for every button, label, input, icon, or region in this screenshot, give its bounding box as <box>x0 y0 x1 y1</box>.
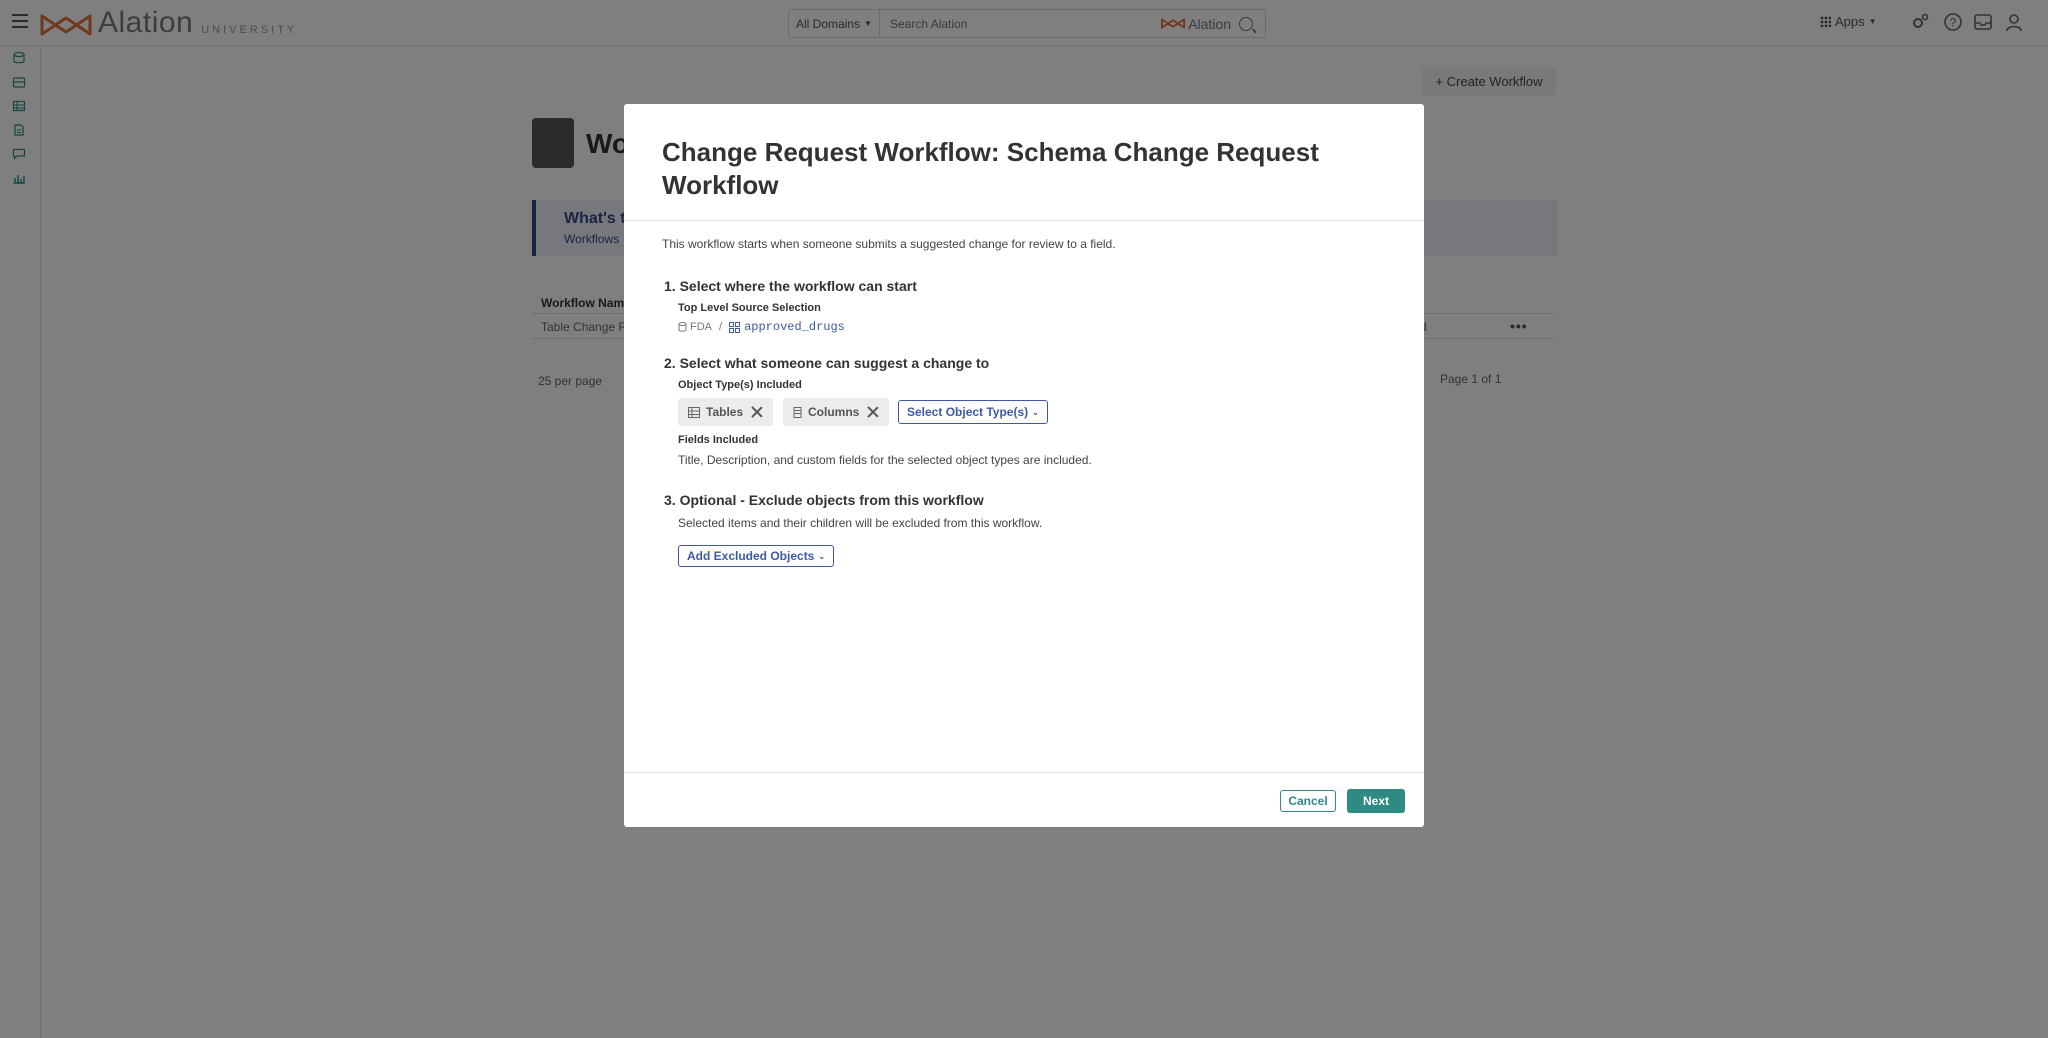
remove-columns-icon[interactable] <box>867 406 879 418</box>
step-2-title: 2. Select what someone can suggest a cha… <box>664 355 990 371</box>
source-crumb[interactable]: FDA <box>678 321 712 333</box>
modal-intro: This workflow starts when someone submit… <box>662 237 1116 251</box>
object-types-label: Object Type(s) Included <box>678 379 802 391</box>
breadcrumb-separator: / <box>719 321 723 333</box>
step-1-title: 1. Select where the workflow can start <box>664 278 917 294</box>
chevron-down-icon: ⌄ <box>818 551 826 561</box>
column-icon <box>793 406 802 418</box>
fields-included-text: Title, Description, and custom fields fo… <box>678 453 1092 467</box>
schema-link[interactable]: approved_drugs <box>729 320 845 334</box>
add-excluded-objects-button[interactable]: Add Excluded Objects ⌄ <box>678 545 835 567</box>
source-breadcrumb: FDA / approved_drugs <box>678 320 845 334</box>
modal-title: Change Request Workflow: Schema Change R… <box>662 137 1319 200</box>
chip-label: Tables <box>706 405 744 419</box>
top-level-source-label: Top Level Source Selection <box>678 302 821 314</box>
add-excluded-objects-label: Add Excluded Objects <box>687 549 815 563</box>
fields-included-label: Fields Included <box>678 434 759 446</box>
exclude-description: Selected items and their children will b… <box>678 516 1043 530</box>
object-type-chip-tables: Tables <box>678 398 774 426</box>
chevron-down-icon: ⌄ <box>1032 407 1039 417</box>
change-request-workflow-modal: Change Request Workflow: Schema Change R… <box>624 104 1424 827</box>
schema-name: approved_drugs <box>744 320 845 334</box>
remove-tables-icon[interactable] <box>751 406 763 418</box>
select-object-types-button[interactable]: Select Object Type(s) ⌄ <box>898 400 1048 424</box>
database-icon <box>678 322 687 332</box>
step-3-title: 3. Optional - Exclude objects from this … <box>664 492 984 508</box>
table-icon <box>688 406 700 418</box>
modal-header-divider <box>624 220 1424 221</box>
object-type-chip-columns: Columns <box>783 398 890 426</box>
schema-icon <box>729 321 741 333</box>
chip-label: Columns <box>808 405 860 419</box>
cancel-button[interactable]: Cancel <box>1280 790 1336 812</box>
next-button[interactable]: Next <box>1347 789 1405 813</box>
select-object-types-label: Select Object Type(s) <box>907 405 1029 419</box>
modal-footer-divider <box>624 772 1424 773</box>
source-name: FDA <box>690 321 712 333</box>
